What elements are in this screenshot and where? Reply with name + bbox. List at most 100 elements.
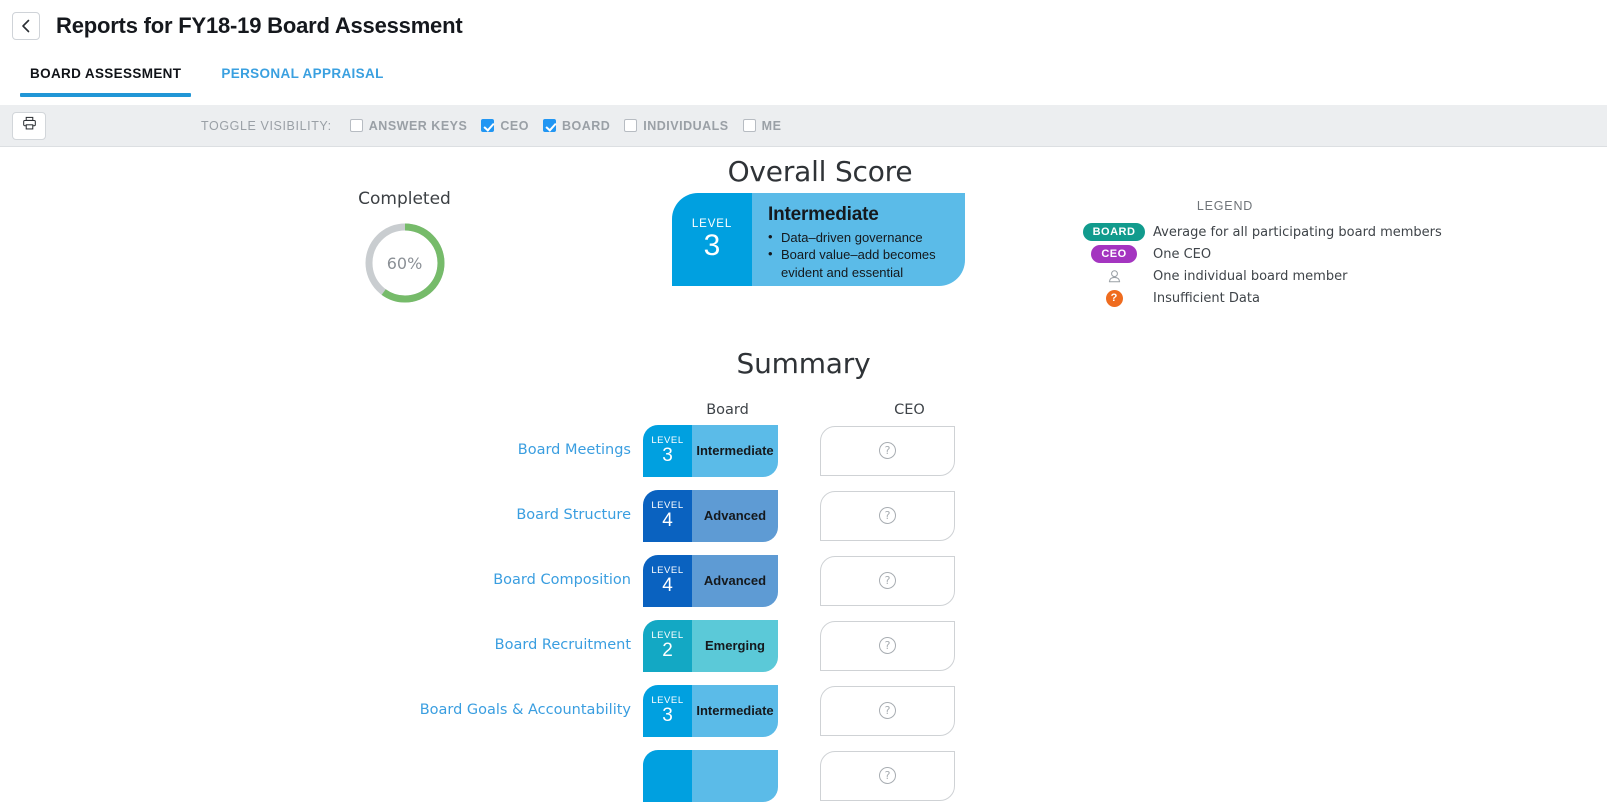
ceo-score-placeholder[interactable]: ?: [820, 685, 955, 736]
checkbox-board-box[interactable]: [542, 119, 556, 132]
board-level-name: [692, 749, 778, 802]
board-level-badge: LEVEL 3: [643, 684, 692, 737]
checkbox-me-label: ME: [761, 118, 782, 133]
summary-row-category[interactable]: Board Meetings: [0, 441, 643, 460]
board-score-pill[interactable]: LEVEL 3 Intermediate: [643, 424, 778, 477]
summary-row: Board Recruitment LEVEL 2 Emerging?: [0, 613, 1607, 678]
column-header-board: Board: [706, 402, 749, 418]
legend-board-text: Average for all participating board memb…: [1153, 224, 1442, 240]
overall-level-number: 3: [703, 228, 721, 262]
checkbox-board[interactable]: BOARD: [542, 118, 611, 133]
report-content: Overall Score Completed 60% LEVEL 3 Inte…: [0, 147, 1607, 802]
checkbox-me[interactable]: ME: [742, 118, 782, 133]
ceo-score-placeholder[interactable]: ?: [820, 425, 955, 476]
board-level-number: 3: [662, 445, 673, 467]
checkbox-me-box[interactable]: [742, 119, 756, 132]
board-level-name: Advanced: [692, 489, 778, 542]
board-score-pill[interactable]: LEVEL 4 Advanced: [643, 489, 778, 542]
board-level-name: Advanced: [692, 554, 778, 607]
checkbox-ceo[interactable]: CEO: [481, 119, 529, 133]
ceo-score-placeholder[interactable]: ?: [820, 620, 955, 671]
summary-row-category[interactable]: Board Structure: [0, 506, 643, 525]
board-level-number: 2: [662, 640, 673, 662]
page-header: Reports for FY18-19 Board Assessment: [0, 0, 1607, 52]
checkbox-individuals[interactable]: INDIVIDUALS: [624, 119, 728, 133]
overall-bullet: Data–driven governance: [768, 228, 949, 246]
board-level-badge: LEVEL 4: [643, 554, 692, 607]
summary-row: Board Structure LEVEL 4 Advanced?: [0, 483, 1607, 548]
question-mark-icon: ?: [1075, 289, 1153, 307]
board-level-number: 3: [662, 705, 673, 727]
overall-bullet-list: Data–driven governance Board value–add b…: [768, 228, 949, 281]
summary-row: Board Goals & Accountability LEVEL 3 Interm…: [0, 678, 1607, 743]
legend-individual-text: One individual board member: [1153, 268, 1348, 284]
visibility-toolbar: TOGGLE VISIBILITY: ANSWER KEYS CEO BOARD…: [0, 105, 1607, 147]
overall-score-section: Overall Score Completed 60% LEVEL 3 Inte…: [0, 147, 1607, 327]
board-score-pill[interactable]: LEVEL 2 Emerging: [643, 619, 778, 672]
checkbox-ceo-box[interactable]: [481, 119, 495, 132]
summary-row-category[interactable]: Board Composition: [0, 571, 643, 590]
board-level-badge: LEVEL 3: [643, 424, 692, 477]
summary-row-category[interactable]: Board Goals & Accountability: [0, 701, 643, 720]
legend-title: LEGEND: [1196, 199, 1254, 213]
summary-row: Board Composition LEVEL 4 Advanced?: [0, 548, 1607, 613]
board-score-pill[interactable]: [643, 749, 778, 802]
board-level-badge: [643, 749, 692, 802]
overall-score-card: LEVEL 3 Intermediate Data–driven governa…: [672, 193, 965, 286]
question-circle-icon: ?: [879, 442, 896, 459]
tab-personal-appraisal[interactable]: PERSONAL APPRAISAL: [201, 52, 403, 97]
tab-board-assessment[interactable]: BOARD ASSESSMENT: [10, 52, 201, 97]
board-badge: BOARD: [1075, 222, 1153, 242]
board-level-number: 4: [662, 510, 673, 532]
checkbox-answer-keys[interactable]: ANSWER KEYS: [349, 119, 468, 133]
overall-level-word: LEVEL: [691, 217, 733, 230]
question-circle-icon: ?: [879, 702, 896, 719]
board-level-badge: LEVEL 4: [643, 489, 692, 542]
ceo-score-placeholder[interactable]: ?: [820, 490, 955, 541]
question-circle-icon: ?: [879, 767, 896, 784]
ceo-badge-label: CEO: [1091, 244, 1137, 264]
board-badge-label: BOARD: [1082, 222, 1146, 242]
question-circle-icon: ?: [879, 637, 896, 654]
board-level-name: Emerging: [692, 619, 778, 672]
print-button[interactable]: [12, 111, 46, 140]
legend-insufficient-text: Insufficient Data: [1153, 290, 1260, 306]
board-score-pill[interactable]: LEVEL 3 Intermediate: [643, 684, 778, 737]
legend-row-ceo: CEO One CEO: [1075, 243, 1475, 265]
ceo-badge: CEO: [1075, 244, 1153, 264]
board-level-number: 4: [662, 575, 673, 597]
back-button[interactable]: [12, 12, 40, 40]
summary-row-category[interactable]: Board Recruitment: [0, 636, 643, 655]
overall-level-name: Intermediate: [768, 204, 879, 225]
overall-bullet: Board value–add becomes evident and esse…: [768, 245, 949, 281]
ceo-score-placeholder[interactable]: ?: [820, 555, 955, 606]
summary-rows: Board Meetings LEVEL 3 Intermediate? Board S…: [0, 418, 1607, 802]
tab-bar: BOARD ASSESSMENT PERSONAL APPRAISAL: [0, 52, 1607, 105]
chevron-left-icon: [21, 19, 31, 33]
column-header-ceo: CEO: [894, 402, 925, 418]
overall-level-details: Intermediate Data–driven governance Boar…: [752, 193, 965, 286]
summary-section: Summary Board CEO Board Meetings LEVEL 3 In…: [0, 347, 1607, 802]
legend: LEGEND BOARD Average for all participati…: [1075, 199, 1475, 309]
ceo-score-placeholder[interactable]: ?: [820, 750, 955, 801]
page-title: Reports for FY18-19 Board Assessment: [56, 13, 463, 38]
summary-row: Board Meetings LEVEL 3 Intermediate?: [0, 418, 1607, 483]
question-circle-icon: ?: [879, 507, 896, 524]
legend-row-insufficient: ? Insufficient Data: [1075, 287, 1475, 309]
checkbox-individuals-label: INDIVIDUALS: [643, 118, 729, 133]
board-level-badge: LEVEL 2: [643, 619, 692, 672]
checkbox-individuals-box[interactable]: [624, 119, 638, 132]
person-icon: [1075, 269, 1153, 284]
board-score-pill[interactable]: LEVEL 4 Advanced: [643, 554, 778, 607]
completed-block: Completed 60%: [322, 189, 487, 305]
overall-level-badge: LEVEL 3: [672, 193, 752, 286]
toggle-visibility-label: TOGGLE VISIBILITY:: [201, 118, 332, 133]
checkbox-answer-keys-box[interactable]: [349, 119, 363, 132]
board-level-name: Intermediate: [692, 684, 778, 737]
overall-score-title: Overall Score: [727, 155, 913, 188]
summary-row: ?: [0, 743, 1607, 802]
checkbox-board-label: BOARD: [561, 118, 611, 133]
completion-donut-chart: 60%: [363, 221, 447, 305]
summary-column-headers: Board CEO: [0, 402, 1607, 418]
legend-row-board: BOARD Average for all participating boar…: [1075, 221, 1475, 243]
